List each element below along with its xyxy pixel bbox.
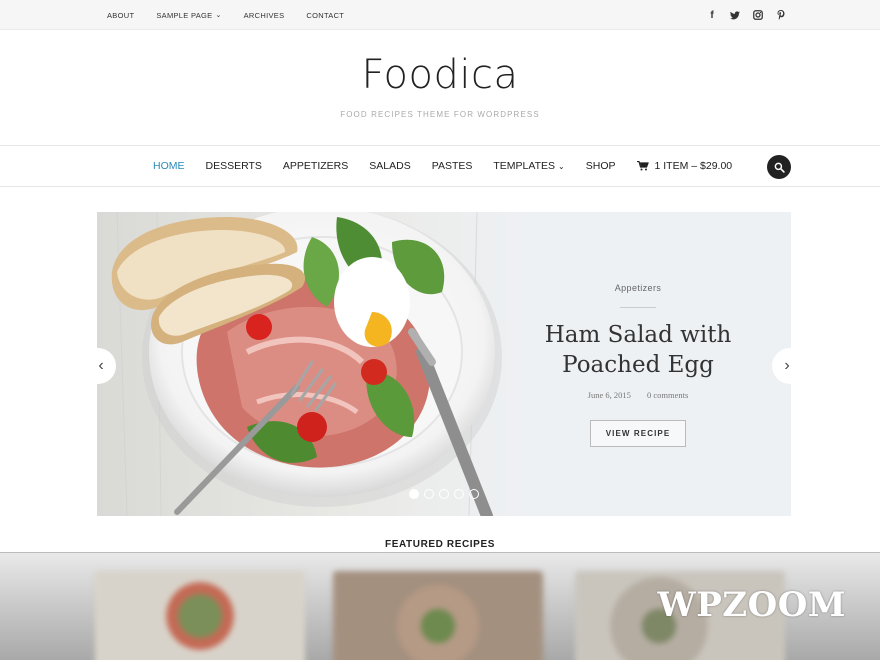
chevron-down-icon: ⌄ xyxy=(215,12,222,19)
search-icon xyxy=(774,162,785,173)
featured-recipes-heading: FEATURED RECIPES xyxy=(385,539,495,550)
top-link-contact[interactable]: CONTACT xyxy=(306,11,344,20)
top-link-sample-page[interactable]: SAMPLE PAGE ⌄ xyxy=(156,11,221,20)
site-logo[interactable]: Foodica xyxy=(0,52,880,98)
slider-dot[interactable] xyxy=(454,489,464,499)
slide-date: June 6, 2015 xyxy=(587,390,631,400)
slider-dot[interactable] xyxy=(439,489,449,499)
instagram-icon[interactable] xyxy=(753,10,763,20)
top-link-archives[interactable]: ARCHIVES xyxy=(244,11,285,20)
nav-item-label: SALADS xyxy=(369,160,411,172)
site-tagline: FOOD RECIPES THEME FOR WORDPRESS xyxy=(340,110,540,119)
slide-title-line: Poached Egg xyxy=(562,352,714,378)
slider-dot[interactable] xyxy=(469,489,479,499)
divider xyxy=(620,307,656,308)
wpzoom-watermark: WPZOOM xyxy=(657,585,846,625)
top-link-label: SAMPLE PAGE xyxy=(156,10,213,20)
top-navigation: ABOUT SAMPLE PAGE ⌄ ARCHIVES CONTACT xyxy=(107,0,366,30)
slide-comments-link[interactable]: 0 comments xyxy=(647,390,688,400)
chevron-right-icon: › xyxy=(784,357,790,374)
top-bar: ABOUT SAMPLE PAGE ⌄ ARCHIVES CONTACT f xyxy=(0,0,880,30)
slider-next-button[interactable]: › xyxy=(772,348,802,384)
top-link-label: ABOUT xyxy=(107,10,135,20)
slide-category[interactable]: Appetizers xyxy=(527,283,749,293)
nav-item-label: SHOP xyxy=(585,160,616,172)
cart-summary: 1 ITEM – $29.00 xyxy=(654,160,733,172)
nav-item-label: TEMPLATES xyxy=(493,160,556,172)
slide-info: Appetizers Ham Salad with Poached Egg Ju… xyxy=(527,212,791,516)
site-branding: Foodica FOOD RECIPES THEME FOR WORDPRESS xyxy=(0,30,880,145)
slide-title-line: Ham Salad with xyxy=(544,322,732,348)
nav-item-appetizers[interactable]: APPETIZERS xyxy=(283,160,348,172)
view-recipe-button[interactable]: VIEW RECIPE xyxy=(590,420,686,447)
slider-dot[interactable] xyxy=(409,489,419,499)
cart-link[interactable]: 1 ITEM – $29.00 xyxy=(636,160,733,172)
slider-pagination xyxy=(409,489,479,499)
chevron-left-icon: ‹ xyxy=(98,357,104,374)
social-links: f xyxy=(707,0,786,30)
recipe-thumbnail[interactable] xyxy=(333,571,543,660)
chevron-down-icon: ⌄ xyxy=(558,161,565,171)
search-button[interactable] xyxy=(767,155,791,179)
top-link-label: CONTACT xyxy=(306,10,345,20)
recipe-thumbnail[interactable] xyxy=(95,571,305,660)
nav-item-pastes[interactable]: PASTES xyxy=(432,160,473,172)
slide-image[interactable] xyxy=(97,212,527,516)
main-navigation: HOME DESSERTS APPETIZERS SALADS PASTES T… xyxy=(0,145,880,187)
slide-title[interactable]: Ham Salad with Poached Egg xyxy=(527,320,749,380)
main-menu: HOME DESSERTS APPETIZERS SALADS PASTES T… xyxy=(153,146,753,186)
cart-icon xyxy=(636,161,649,171)
nav-item-desserts[interactable]: DESSERTS xyxy=(206,160,262,172)
slider-dot[interactable] xyxy=(424,489,434,499)
nav-item-label: DESSERTS xyxy=(205,160,262,172)
nav-item-label: APPETIZERS xyxy=(282,160,349,172)
top-link-label: ARCHIVES xyxy=(243,10,285,20)
slide-meta: June 6, 2015 0 comments xyxy=(527,390,749,400)
twitter-icon[interactable] xyxy=(730,10,740,20)
nav-item-shop[interactable]: SHOP xyxy=(586,160,616,172)
nav-item-salads[interactable]: SALADS xyxy=(369,160,410,172)
pinterest-icon[interactable] xyxy=(776,10,786,20)
nav-item-label: HOME xyxy=(153,160,185,172)
facebook-icon[interactable]: f xyxy=(707,10,717,21)
nav-item-templates[interactable]: TEMPLATES ⌄ xyxy=(493,160,564,172)
top-link-about[interactable]: ABOUT xyxy=(107,11,134,20)
nav-item-home[interactable]: HOME xyxy=(153,160,185,172)
nav-item-label: PASTES xyxy=(431,160,473,172)
featured-slider: Appetizers Ham Salad with Poached Egg Ju… xyxy=(97,212,791,516)
